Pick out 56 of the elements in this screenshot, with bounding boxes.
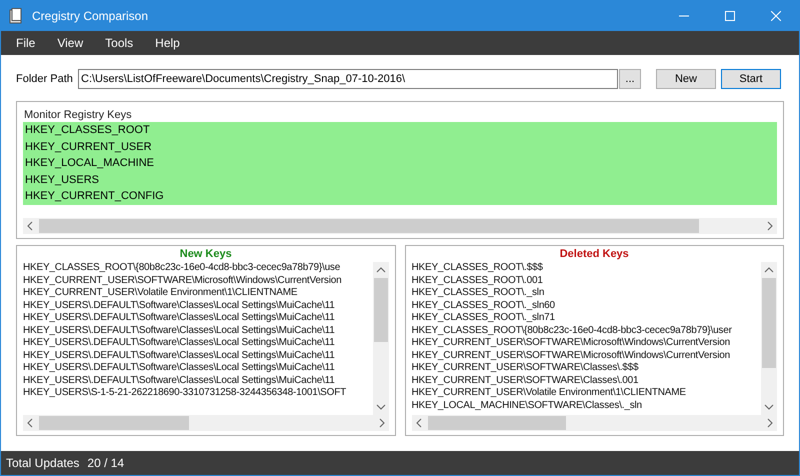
list-row[interactable]: HKEY_USERS\.DEFAULT\Software\Classes\Local Settings\MuiCache\11 <box>23 374 372 387</box>
maximize-icon[interactable] <box>725 11 735 21</box>
list-title: New Keys <box>178 247 233 262</box>
field-label: Folder Path <box>16 72 74 87</box>
horizontal-scrollbar[interactable] <box>23 415 388 431</box>
list-row[interactable]: HKEY_CLASSES_ROOT\._sln <box>412 287 761 300</box>
list-row[interactable]: HKEY_CLASSES_ROOT\._sln71 <box>412 312 761 324</box>
list-item[interactable]: HKEY_LOCAL_MACHINE <box>23 155 777 172</box>
scrollbar-thumb[interactable] <box>762 278 776 368</box>
menu-item[interactable]: Tools <box>105 34 134 52</box>
scrollbar-thumb[interactable] <box>39 416 189 430</box>
close-icon[interactable] <box>771 11 781 21</box>
list-row[interactable]: HKEY_CURRENT_USER\SOFTWARE\Classes\.001 <box>412 374 761 387</box>
scrollbar-thumb[interactable] <box>428 416 566 430</box>
list-row[interactable]: HKEY_USERS\.DEFAULT\Software\Classes\Local Settings\MuiCache\11 <box>23 324 372 337</box>
vertical-scrollbar[interactable] <box>761 262 777 415</box>
vertical-scrollbar[interactable] <box>372 262 388 415</box>
scrollbar-thumb[interactable] <box>374 278 388 342</box>
list-row[interactable]: HKEY_USERS\.DEFAULT\Software\Classes\Local Settings\MuiCache\11 <box>23 337 372 350</box>
panel-title: Monitor Registry Keys <box>23 108 133 122</box>
list-row[interactable]: HKEY_CURRENT_USER\SOFTWARE\Microsoft\Windows\CurrentVersion <box>23 274 372 287</box>
menu-item[interactable]: View <box>57 34 84 52</box>
list-row[interactable]: HKEY_CURRENT_USER\SOFTWARE\Classes\.$$$ <box>412 362 761 374</box>
list-item[interactable]: HKEY_CLASSES_ROOT <box>23 122 777 138</box>
button[interactable]: New <box>656 69 716 89</box>
list-row[interactable]: HKEY_CURRENT_USER\Volatile Environment\1\CLIENTNAME <box>412 387 761 400</box>
status-label: Total Updates <box>6 455 80 472</box>
list-row[interactable]: HKEY_CLASSES_ROOT\{80b8c23c-16e0-4cd8-bbc3-cecec9a78b79}\use <box>23 262 372 274</box>
horizontal-scrollbar[interactable] <box>23 218 777 234</box>
list-row[interactable]: HKEY_LOCAL_MACHINE\SOFTWARE\Classes\._sln <box>412 400 761 412</box>
scrollbar-thumb[interactable] <box>39 219 699 233</box>
list-row[interactable]: HKEY_USERS\.DEFAULT\Software\Classes\Local Settings\MuiCache\11 <box>23 362 372 374</box>
menu-item[interactable]: File <box>16 34 36 52</box>
list-title: Deleted Keys <box>558 247 630 262</box>
path-field[interactable]: C:\Users\ListOfFreeware\Documents\Cregistry_Snap_07-10-2016\ <box>78 69 618 89</box>
list-row[interactable]: HKEY_USERS\S-1-5-21-262218690-3310731258-3244356348-1001\SOFT <box>23 387 372 400</box>
menu-item[interactable]: Help <box>155 34 180 52</box>
window-title: Cregistry Comparison <box>32 8 148 25</box>
list-item[interactable]: HKEY_CURRENT_CONFIG <box>23 188 777 204</box>
list-row[interactable]: HKEY_CURRENT_USER\SOFTWARE\Microsoft\Windows\CurrentVersion <box>412 337 761 350</box>
list-row[interactable]: HKEY_USERS\.DEFAULT\Software\Classes\Local Settings\MuiCache\11 <box>23 300 372 312</box>
list-row[interactable]: HKEY_USERS\.DEFAULT\Software\Classes\Local Settings\MuiCache\11 <box>23 350 372 362</box>
list-row[interactable]: HKEY_CLASSES_ROOT\.001 <box>412 274 761 287</box>
list-row[interactable]: HKEY_CLASSES_ROOT\._sln60 <box>412 300 761 312</box>
list-row[interactable]: HKEY_CURRENT_USER\SOFTWARE\Microsoft\Windows\CurrentVersion <box>412 350 761 362</box>
list-row[interactable]: HKEY_CLASSES_ROOT\.$$$ <box>412 262 761 274</box>
list-row[interactable]: HKEY_CURRENT_USER\Volatile Environment\1\CLIENTNAME <box>23 287 372 300</box>
list-row[interactable]: HKEY_USERS\.DEFAULT\Software\Classes\Local Settings\MuiCache\11 <box>23 312 372 324</box>
button[interactable]: Start <box>721 69 781 89</box>
list-item[interactable]: HKEY_CURRENT_USER <box>23 138 777 155</box>
app-icon <box>9 8 23 24</box>
list-item[interactable]: HKEY_USERS <box>23 172 777 188</box>
list-row[interactable]: HKEY_CLASSES_ROOT\{80b8c23c-16e0-4cd8-bbc3-cecec9a78b79}\user <box>412 324 761 337</box>
status-value: 20 / 14 <box>87 455 124 472</box>
horizontal-scrollbar[interactable] <box>412 415 777 431</box>
browse-button[interactable]: ... <box>619 69 641 89</box>
